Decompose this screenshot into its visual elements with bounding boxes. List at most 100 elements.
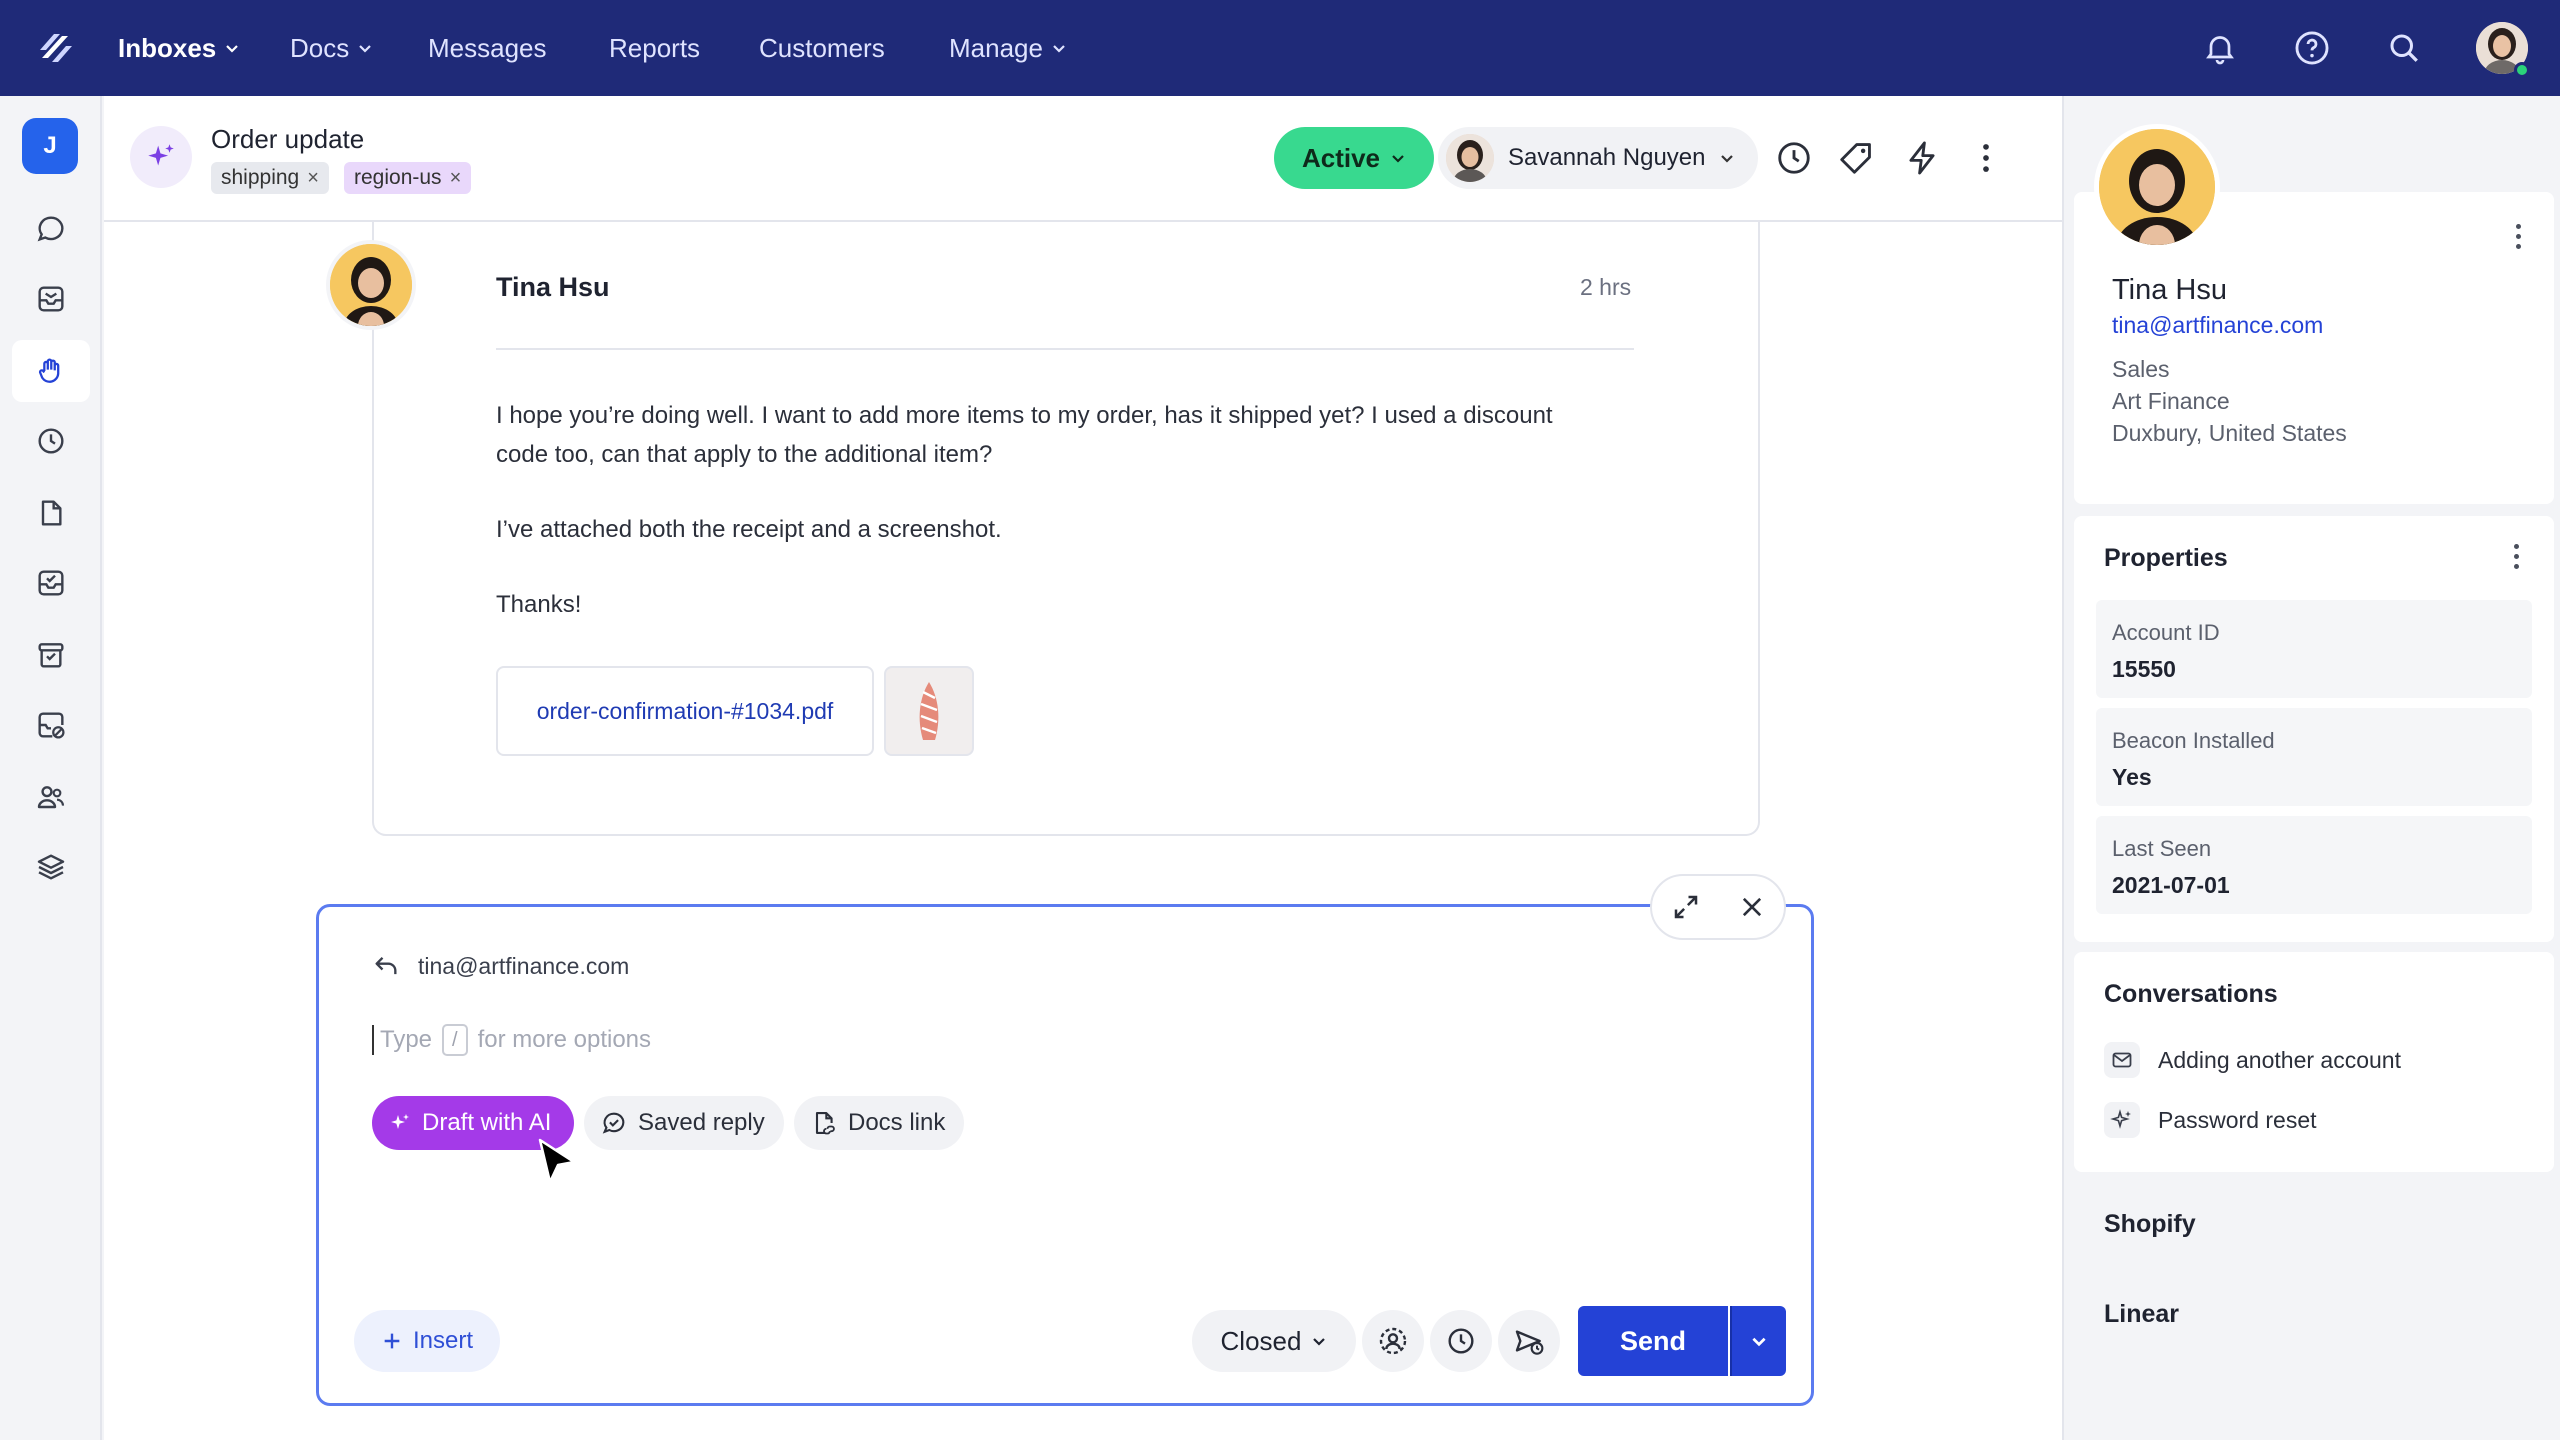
placeholder-text: for more options [477,1026,652,1053]
clock-icon [1448,1328,1474,1354]
composer-tools [1650,874,1786,940]
attachment-image-thumbnail[interactable] [884,666,974,756]
nav-customers-label: Customers [759,32,885,63]
help-icon[interactable] [2290,26,2334,70]
assign-button[interactable] [1362,1310,1424,1372]
send-later-button[interactable] [1498,1310,1560,1372]
previous-conversation[interactable]: Password reset [2104,1096,2317,1144]
chevron-down-icon [1752,1337,1766,1347]
helpscout-logo-icon[interactable] [36,28,76,68]
tag-icon[interactable] [1832,134,1880,182]
chevron-down-icon [1392,155,1404,163]
close-icon[interactable] [1738,893,1766,921]
message-text: I hope you’re doing well. I want to add … [496,402,1553,429]
tag-label: region-us [354,166,442,189]
property-beacon-installed [2096,708,2532,806]
chevron-down-icon [226,45,239,53]
conversation-header [104,96,2062,222]
send-button[interactable]: Send [1578,1306,1728,1376]
property-label: Account ID [2112,620,2220,645]
inbox-icon[interactable] [12,268,90,330]
property-label: Last Seen [2112,836,2212,861]
archive-icon[interactable] [12,624,90,686]
nav-inboxes-label: Inboxes [118,32,217,63]
nav-reports[interactable]: Reports [609,0,700,96]
document-icon[interactable] [12,482,90,544]
docs-link-button[interactable]: Docs link [794,1096,964,1150]
tag-shipping[interactable]: shipping × [211,162,329,194]
nav-docs[interactable]: Docs [290,0,373,96]
nav-messages[interactable]: Messages [428,0,547,96]
bell-icon[interactable] [2198,26,2242,70]
hand-icon[interactable] [12,340,90,402]
inbox-block-icon[interactable] [12,694,90,756]
profile-more-icon[interactable] [2508,216,2528,256]
chat-icon[interactable] [12,198,90,260]
nav-customers[interactable]: Customers [759,0,885,96]
integration-shopify[interactable]: Shopify [2104,1210,2196,1239]
tag-region-us[interactable]: region-us × [344,162,472,194]
customer-role: Sales [2112,356,2170,382]
status-after-send-label: Closed [1220,1325,1302,1356]
message-divider [496,348,1634,350]
inbox-check-icon[interactable] [12,552,90,614]
ai-summary-button[interactable] [130,126,192,188]
mail-icon [2104,1042,2140,1078]
customer-avatar [2094,124,2220,250]
scheduled-send-icon [1515,1330,1544,1355]
sparkle-icon [391,1114,409,1129]
send-options-button[interactable] [1730,1306,1786,1376]
property-account-id [2096,600,2532,698]
customer-email[interactable]: tina@artfinance.com [2112,312,2323,339]
insert-button[interactable]: Insert [354,1310,500,1372]
layers-icon[interactable] [12,836,90,898]
sender-avatar [326,240,416,330]
message-input[interactable]: Type / for more options [372,1024,651,1056]
previous-conversation[interactable]: Adding another account [2104,1036,2401,1084]
sender-name: Tina Hsu [496,272,610,302]
nav-reports-label: Reports [609,32,701,63]
expand-icon[interactable] [1671,892,1701,922]
snooze-button[interactable] [1430,1310,1492,1372]
tag-remove-button[interactable]: × [307,167,319,190]
message-text: Thanks! [496,591,582,618]
clock-icon[interactable] [12,410,90,472]
property-label: Beacon Installed [2112,728,2275,753]
assignee-dropdown[interactable]: Savannah Nguyen [1438,127,1758,189]
insert-label: Insert [412,1327,474,1354]
placeholder-text: Type [380,1026,433,1053]
saved-reply-button[interactable]: Saved reply [584,1096,784,1150]
bolt-icon[interactable] [1898,134,1946,182]
nav-inboxes[interactable]: Inboxes [118,0,240,96]
reply-to-email: tina@artfinance.com [418,952,630,979]
assignee-avatar [1446,134,1494,182]
message-text: code too, can that apply to the addition… [496,441,993,468]
properties-more-icon[interactable] [2506,536,2526,576]
users-icon[interactable] [12,766,90,828]
customer-company: Art Finance [2112,388,2230,414]
docs-link-label: Docs link [848,1109,946,1136]
history-icon[interactable] [1770,134,1818,182]
chevron-down-icon [1313,1338,1326,1346]
customer-name: Tina Hsu [2112,274,2227,306]
attachment-pdf[interactable]: order-confirmation-#1034.pdf [496,666,874,756]
status-label: Active [1301,142,1381,173]
sparkle-icon [2104,1102,2140,1138]
mouse-pointer-icon [538,1138,576,1184]
conversation-subject: Password reset [2158,1106,2317,1133]
status-after-send-dropdown[interactable]: Closed [1192,1310,1356,1372]
draft-with-ai-label: Draft with AI [422,1109,552,1136]
workspace-avatar[interactable]: J [22,118,78,174]
property-value: 2021-07-01 [2112,872,2230,898]
search-icon[interactable] [2382,26,2426,70]
integration-linear[interactable]: Linear [2104,1300,2179,1329]
property-value: 15550 [2112,656,2176,682]
customer-location: Duxbury, United States [2112,420,2347,446]
nav-docs-label: Docs [290,32,350,63]
more-icon[interactable] [1962,134,2010,182]
property-value: Yes [2112,764,2152,790]
status-dropdown[interactable]: Active [1274,127,1434,189]
nav-manage[interactable]: Manage [949,0,1067,96]
tag-remove-button[interactable]: × [450,167,462,190]
assignee-name: Savannah Nguyen [1508,144,1706,171]
